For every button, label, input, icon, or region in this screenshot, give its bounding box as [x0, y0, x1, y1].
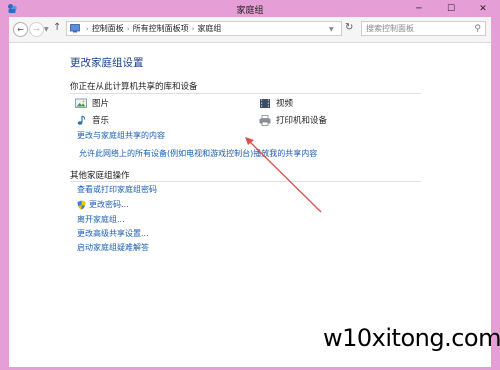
maximize-button[interactable]: ☐ [440, 2, 462, 15]
control-panel-window: ← → ▼ ↑ › 控制面板 › 所有控制面板项 › 家庭组 ▼ ↻ 搜索控制面… [9, 17, 491, 367]
minimize-button[interactable]: ─ [408, 2, 430, 15]
watermark-text: w10xitong.com [323, 324, 500, 352]
annotation-arrow [245, 137, 322, 213]
title-bar: 家庭组 ─ ☐ ✕ [0, 0, 500, 17]
close-button[interactable]: ✕ [472, 2, 494, 15]
